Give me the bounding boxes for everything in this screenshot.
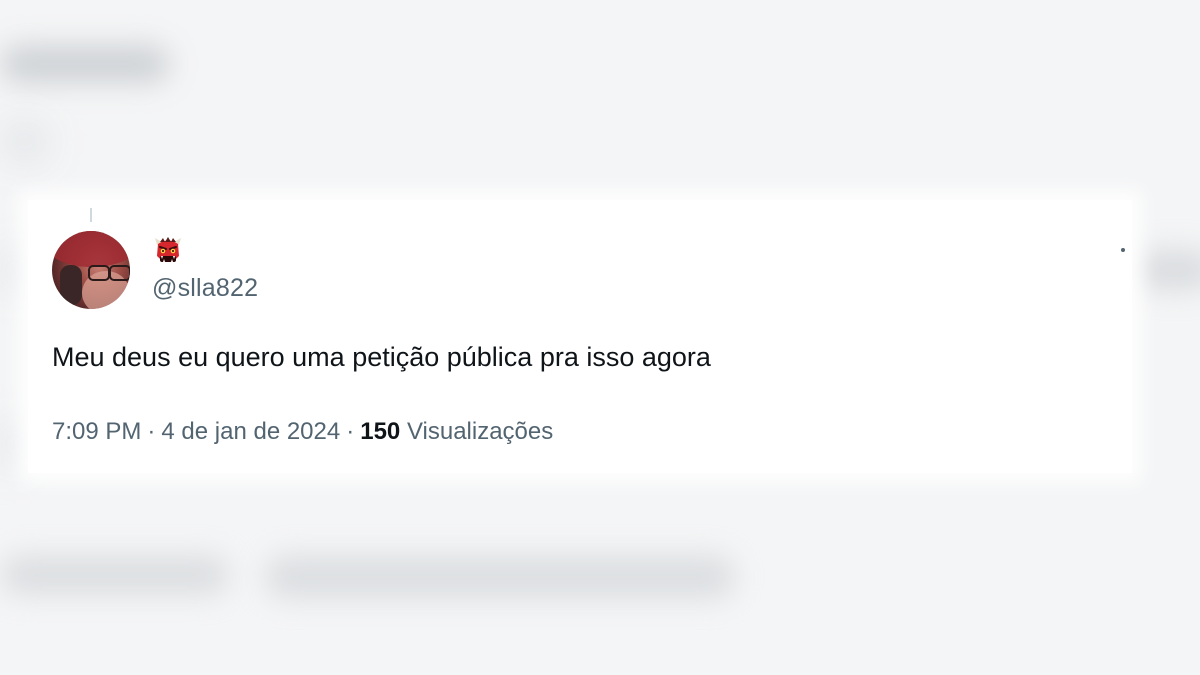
avatar[interactable] bbox=[52, 231, 130, 309]
tweet-time[interactable]: 7:09 PM bbox=[52, 418, 141, 445]
blurred-block bbox=[0, 120, 50, 164]
blurred-block bbox=[265, 555, 735, 599]
views-count[interactable]: 150 bbox=[360, 418, 400, 445]
avatar-glasses bbox=[109, 265, 130, 281]
avatar-hand bbox=[60, 265, 82, 305]
blurred-block bbox=[0, 420, 28, 470]
tweet-metadata: 7:09 PM · 4 de jan de 2024 · 150 Visualizaçõ… bbox=[52, 418, 553, 446]
tweet-card[interactable]: @slla822 Meu deus eu quero uma petição p… bbox=[28, 200, 1132, 473]
meta-separator: · bbox=[147, 418, 156, 445]
meta-separator: · bbox=[346, 418, 355, 445]
views-label bbox=[400, 418, 407, 445]
user-handle[interactable]: @slla822 bbox=[152, 274, 258, 303]
thread-connector-line bbox=[90, 208, 92, 222]
views-label-text[interactable]: Visualizações bbox=[407, 418, 553, 445]
blurred-block bbox=[0, 555, 230, 595]
more-options-icon[interactable] bbox=[1121, 248, 1125, 252]
blurred-block bbox=[0, 245, 28, 295]
ogre-emoji-icon[interactable] bbox=[152, 236, 184, 268]
avatar-hair bbox=[52, 231, 130, 267]
blurred-block bbox=[0, 45, 170, 83]
tweet-date[interactable]: 4 de jan de 2024 bbox=[161, 418, 340, 445]
tweet-text: Meu deus eu quero uma petição pública pr… bbox=[52, 342, 711, 372]
avatar-glasses bbox=[88, 265, 110, 281]
blurred-block bbox=[1135, 250, 1200, 290]
